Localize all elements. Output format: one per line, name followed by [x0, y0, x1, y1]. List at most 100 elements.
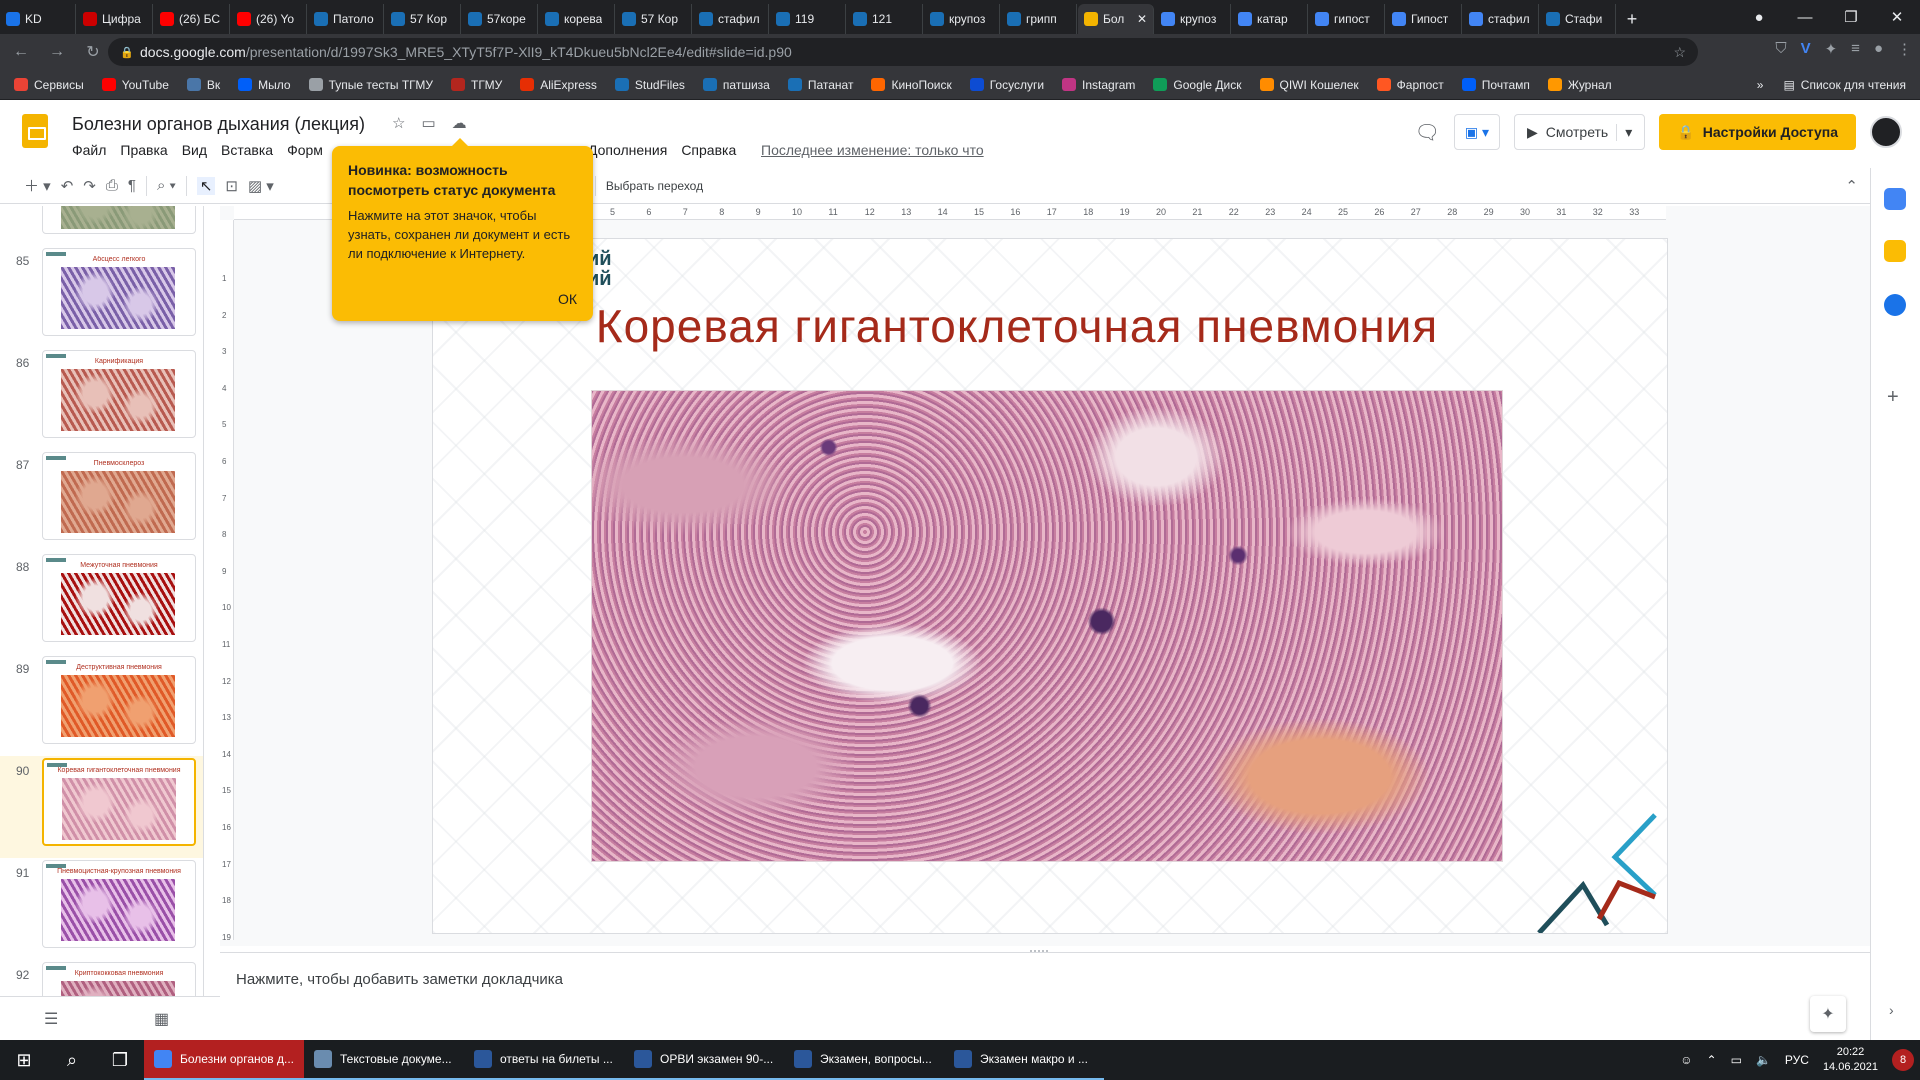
slide-thumbnail-row[interactable]: 92 Криптококковая пневмония — [0, 960, 203, 996]
browser-tab[interactable]: стафил — [693, 4, 769, 34]
bookmark-star-icon[interactable]: ☆ — [1673, 44, 1686, 61]
taskbar-app[interactable]: Болезни органов д... — [144, 1040, 304, 1080]
explore-button[interactable]: ✦ — [1810, 996, 1846, 1032]
browser-tab[interactable]: Бол ✕ — [1078, 4, 1154, 34]
back-arrow-icon[interactable]: ← — [6, 43, 36, 61]
slide-thumbnail[interactable] — [42, 206, 196, 234]
menu-item[interactable]: Вид — [182, 142, 207, 158]
comments-icon[interactable]: 🗨 — [1414, 120, 1439, 145]
taskbar-app[interactable]: Текстовые докуме... — [304, 1040, 464, 1080]
slide-title[interactable]: Коревая гигантоклеточная пневмония — [567, 299, 1467, 353]
url-input[interactable]: 🔒 docs.google.com/presentation/d/1997Sk3… — [108, 38, 1698, 66]
slide-thumbnail-row[interactable]: 87 Пневмосклероз — [0, 450, 203, 552]
language-indicator[interactable]: РУС — [1785, 1053, 1809, 1067]
bookmark-item[interactable]: Сервисы — [14, 78, 84, 92]
move-folder-icon[interactable]: ▭ — [421, 114, 435, 132]
bookmark-item[interactable]: Фарпост — [1376, 78, 1444, 92]
cloud-status-icon[interactable]: ☁ — [452, 114, 467, 132]
browser-tab[interactable]: 57 Кор — [385, 4, 461, 34]
new-tab-icon[interactable]: + — [1617, 4, 1647, 34]
menu-item[interactable]: Форм — [287, 142, 323, 158]
browser-tab[interactable]: (26) БС — [154, 4, 230, 34]
profile-icon[interactable]: ● — [1736, 0, 1782, 34]
windows-start-icon[interactable]: ⊞ — [0, 1040, 48, 1080]
browser-tab[interactable]: стафил — [1463, 4, 1539, 34]
access-settings-button[interactable]: 🔒 Настройки Доступа — [1659, 114, 1856, 150]
bookmark-item[interactable]: Почтамп — [1461, 78, 1530, 92]
transition-button[interactable]: Выбрать переход — [606, 179, 703, 193]
slide-thumbnail[interactable]: Межуточная пневмония — [42, 554, 196, 642]
view-button[interactable]: ▶ Смотреть ▾ — [1514, 114, 1646, 150]
browser-tab[interactable]: Цифра — [77, 4, 153, 34]
slide-thumbnail[interactable]: Коревая гигантоклеточная пневмония — [42, 758, 196, 846]
browser-tab[interactable]: 57коре — [462, 4, 538, 34]
menu-kebab-icon[interactable]: ⋮ — [1897, 40, 1912, 58]
image-icon[interactable]: ▨ ▾ — [248, 177, 274, 195]
slide-thumbnail[interactable]: Криптококковая пневмония — [42, 962, 196, 996]
task-view-icon[interactable]: ❐ — [96, 1040, 144, 1080]
bookmark-item[interactable]: YouTube — [101, 78, 169, 92]
collapse-toolbar-icon[interactable]: ⌃ — [1845, 177, 1858, 195]
bookmark-item[interactable]: Google Диск — [1153, 78, 1242, 92]
browser-tab[interactable]: корева — [539, 4, 615, 34]
browser-tab[interactable]: гипост — [1309, 4, 1385, 34]
browser-tab[interactable]: 119 — [770, 4, 846, 34]
slide-thumbnail[interactable]: Пневмосклероз — [42, 452, 196, 540]
current-slide[interactable]: кий кий Коревая гигантоклеточная пневмони… — [432, 238, 1668, 934]
slide-thumbnail-row[interactable]: 89 Деструктивная пневмония — [0, 654, 203, 756]
tooltip-ok-button[interactable]: ОК — [558, 291, 577, 307]
print-icon[interactable]: ⎙ — [106, 177, 118, 194]
puzzle-icon[interactable]: ✦ — [1825, 40, 1838, 58]
add-addon-icon[interactable]: + — [1887, 386, 1899, 409]
slide-thumbnail-row[interactable]: 91 Пневмоцистная-крупозная пневмония — [0, 858, 203, 960]
close-window-button[interactable]: ✕ — [1874, 0, 1920, 34]
bookmark-item[interactable]: AliExpress — [520, 78, 597, 92]
bookmark-item[interactable]: патшиза — [702, 78, 770, 92]
keep-icon[interactable] — [1884, 240, 1906, 262]
minimize-button[interactable]: — — [1782, 0, 1828, 34]
browser-tab[interactable]: Патоло — [308, 4, 384, 34]
bookmark-item[interactable]: Журнал — [1547, 78, 1612, 92]
taskbar-app[interactable]: ОРВИ экзамен 90-... — [624, 1040, 784, 1080]
calendar-icon[interactable] — [1884, 188, 1906, 210]
browser-tab[interactable]: Гипост — [1386, 4, 1462, 34]
filmstrip-view-icon[interactable]: ☰ — [44, 1009, 58, 1029]
menu-item[interactable]: Файл — [72, 142, 106, 158]
browser-tab[interactable]: Стафи — [1540, 4, 1616, 34]
bookmark-item[interactable]: Госуслуги — [969, 78, 1044, 92]
network-icon[interactable]: ▭ — [1731, 1053, 1742, 1067]
slide-thumbnail-row[interactable]: 86 Карнификация — [0, 348, 203, 450]
bookmark-item[interactable]: ТГМУ — [451, 78, 502, 92]
paint-format-icon[interactable]: ¶ — [128, 177, 136, 194]
menu-item[interactable]: Дополнения — [588, 142, 667, 158]
tab-close-icon[interactable]: ✕ — [1137, 12, 1147, 26]
last-edit-link[interactable]: Последнее изменение: только что — [761, 142, 984, 158]
collapse-panel-icon[interactable]: › — [1889, 1002, 1894, 1018]
reading-list-icon[interactable]: ≡ — [1851, 40, 1860, 58]
browser-tab[interactable]: KD — [0, 4, 76, 34]
bookmark-item[interactable]: StudFiles — [614, 78, 685, 92]
slide-thumbnail-row[interactable] — [0, 206, 203, 246]
undo-icon[interactable]: ↶ — [61, 177, 74, 195]
chevron-down-icon[interactable]: ▾ — [1616, 123, 1632, 141]
avatar-small-icon[interactable]: ● — [1874, 40, 1883, 58]
slide-thumbnail-row[interactable]: 90 Коревая гигантоклеточная пневмония — [0, 756, 203, 858]
restore-button[interactable]: ❐ — [1828, 0, 1874, 34]
slide-thumbnail-row[interactable]: 85 Абсцесс легкого — [0, 246, 203, 348]
browser-tab[interactable]: катар — [1232, 4, 1308, 34]
document-title[interactable]: Болезни органов дыхания (лекция) — [72, 114, 365, 135]
slide-thumbnail[interactable]: Деструктивная пневмония — [42, 656, 196, 744]
slide-thumbnail-row[interactable]: 88 Межуточная пневмония — [0, 552, 203, 654]
reading-list-button[interactable]: ▤ Список для чтения — [1783, 78, 1906, 92]
bookmark-item[interactable]: Instagram — [1062, 78, 1135, 92]
menu-item[interactable]: Вставка — [221, 142, 273, 158]
select-cursor-icon[interactable]: ↖ — [196, 176, 216, 195]
shield-icon[interactable]: ⛉ — [1775, 40, 1786, 58]
grid-view-icon[interactable]: ▦ — [154, 1009, 169, 1029]
bookmark-item[interactable]: Тупые тесты ТГМУ — [308, 78, 433, 92]
menu-item[interactable]: Правка — [120, 142, 167, 158]
new-slide-icon[interactable]: ＋ ▾ — [24, 175, 51, 196]
tray-up-icon[interactable]: ⌃ — [1707, 1053, 1717, 1067]
slide-thumbnail[interactable]: Карнификация — [42, 350, 196, 438]
people-icon[interactable]: ☺ — [1680, 1053, 1692, 1067]
